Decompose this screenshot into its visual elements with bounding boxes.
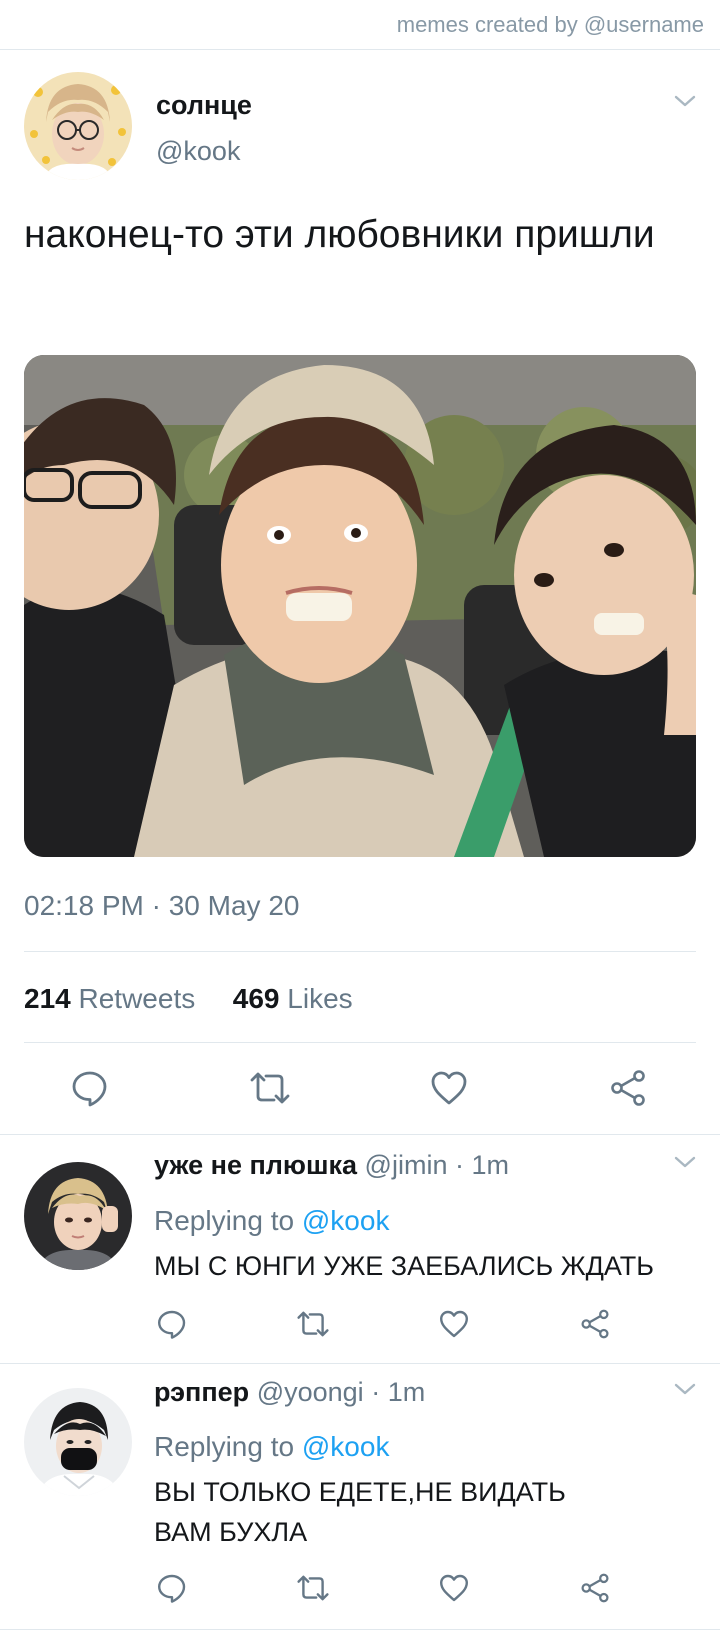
share-button[interactable] [577,1306,613,1342]
replying-to: Replying to @kook [154,1431,389,1463]
tweet-text: наконец-то эти любовники пришли [24,213,655,256]
author-display-name[interactable]: солнце [156,90,252,121]
replying-label: Replying to [154,1205,295,1236]
reply-text: ВЫ ТОЛЬКО ЕДЕТЕ,НЕ ВИДАТЬ ВАМ БУХЛА [154,1477,566,1547]
reply-text: МЫ С ЮНГИ УЖЕ ЗАЕБАЛИСЬ ЖДАТЬ [154,1251,655,1281]
separator-dot: · [371,1377,381,1407]
reply-icon [158,1574,186,1603]
retweets-count[interactable]: 214 [24,983,71,1014]
reply-avatar[interactable] [24,1162,132,1270]
replying-to-link[interactable]: @kook [302,1205,390,1236]
replying-label: Replying to [154,1431,295,1462]
reply-author-handle[interactable]: @yoongi [257,1377,364,1407]
share-icon [581,1309,609,1339]
retweet-icon [297,1575,329,1601]
like-icon [431,1071,467,1105]
reply-button[interactable] [68,1066,112,1110]
tweet-stats: 214 Retweets 469 Likes [24,983,353,1015]
retweet-button[interactable] [295,1570,331,1606]
retweet-icon [250,1072,290,1104]
reply-author-handle[interactable]: @jimin [365,1150,448,1180]
replying-to: Replying to @kook [154,1205,389,1237]
share-button[interactable] [606,1066,650,1110]
author-avatar[interactable] [24,72,132,180]
reply-header: уже не плюшка @jimin · 1m [154,1150,509,1181]
watermark-bar: memes created by @username [0,0,720,50]
reply-icon [158,1310,186,1339]
reply-author-name[interactable]: уже не плюшка [154,1150,357,1180]
watermark-text: memes created by @username [396,12,704,37]
share-button[interactable] [577,1570,613,1606]
tweet-timestamp[interactable]: 02:18 PM · 30 May 20 [24,890,299,922]
reply-button[interactable] [154,1306,190,1342]
divider [24,951,696,952]
share-icon [581,1573,609,1603]
reply-time[interactable]: 1m [388,1377,426,1407]
retweet-button[interactable] [295,1306,331,1342]
replying-to-link[interactable]: @kook [302,1431,390,1462]
separator-dot: · [454,1150,464,1180]
likes-count[interactable]: 469 [233,983,280,1014]
tweet-photo[interactable] [24,355,696,857]
chevron-down-icon[interactable] [672,1380,698,1398]
like-icon [440,1310,468,1338]
reply-author-name[interactable]: рэппер [154,1377,249,1407]
share-icon [611,1070,645,1106]
reply-button[interactable] [154,1570,190,1606]
retweet-icon [297,1311,329,1337]
like-icon [440,1574,468,1602]
chevron-down-icon[interactable] [672,92,698,110]
reply-avatar[interactable] [24,1388,132,1496]
reply-header: рэппер @yoongi · 1m [154,1377,425,1408]
reply-icon [72,1071,107,1107]
retweets-label[interactable]: Retweets [79,983,196,1014]
retweet-button[interactable] [248,1066,292,1110]
like-button[interactable] [436,1306,472,1342]
chevron-down-icon[interactable] [672,1153,698,1171]
divider [24,1042,696,1043]
like-button[interactable] [427,1066,471,1110]
reply-time[interactable]: 1m [472,1150,510,1180]
like-button[interactable] [436,1570,472,1606]
likes-label[interactable]: Likes [287,983,352,1014]
author-handle[interactable]: @kook [156,136,240,167]
